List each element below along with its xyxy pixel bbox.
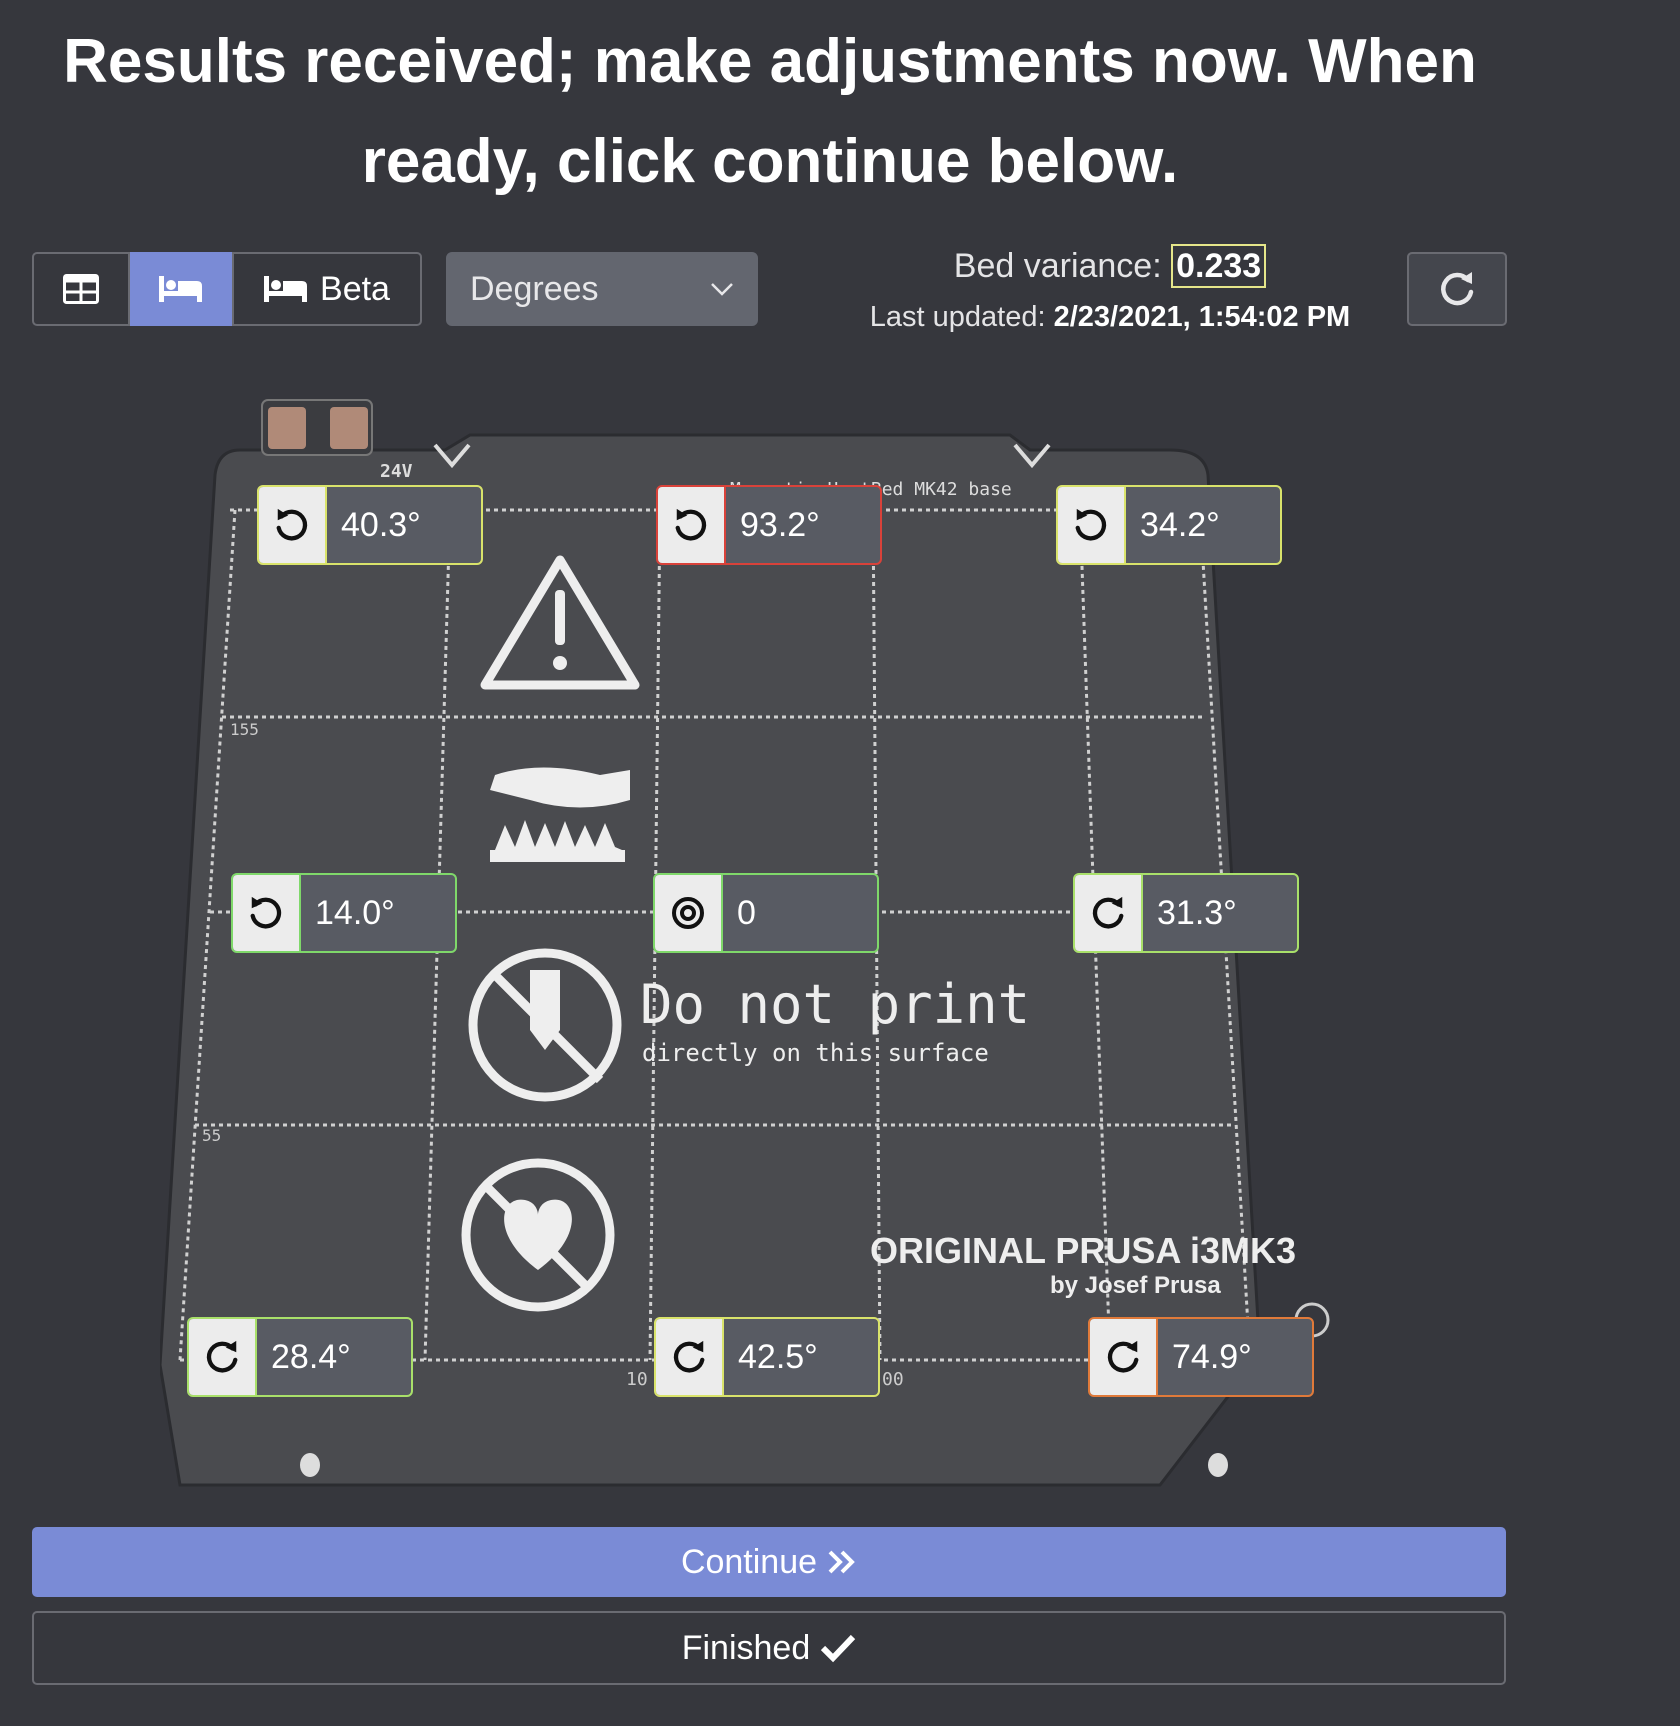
continue-button[interactable]: Continue bbox=[32, 1527, 1506, 1597]
chevron-down-icon bbox=[711, 283, 733, 296]
rotate-ccw-icon bbox=[1075, 508, 1107, 541]
probe-point-back-left[interactable]: 40.3° bbox=[257, 485, 483, 565]
probe-value: 28.4° bbox=[255, 1319, 411, 1395]
probe-value: 0 bbox=[721, 875, 877, 951]
plate-do-not-print-text: Do not print bbox=[640, 973, 1030, 1036]
rotate-cw-icon bbox=[673, 1340, 705, 1373]
table-view-button[interactable] bbox=[32, 252, 130, 326]
bed-info: Bed variance: 0.233 Last updated: 2/23/2… bbox=[840, 240, 1380, 342]
target-icon bbox=[672, 897, 704, 929]
title-line-2: ready, click continue below. bbox=[361, 127, 1179, 196]
plate-ruler-10: 10 bbox=[626, 1369, 648, 1390]
probe-value: 74.9° bbox=[1156, 1319, 1312, 1395]
rotate-cw-icon bbox=[1107, 1340, 1139, 1373]
adjust-clockwise-button[interactable] bbox=[189, 1319, 255, 1395]
probe-point-center[interactable]: 0 bbox=[653, 873, 879, 953]
probe-point-front-left[interactable]: 28.4° bbox=[187, 1317, 413, 1397]
check-icon bbox=[821, 1634, 856, 1663]
updated-label: Last updated: bbox=[869, 301, 1046, 333]
probe-value: 14.0° bbox=[299, 875, 455, 951]
adjust-counterclockwise-button[interactable] bbox=[658, 487, 724, 563]
probe-value: 42.5° bbox=[722, 1319, 878, 1395]
probe-value: 93.2° bbox=[724, 487, 880, 563]
beta-label: Beta bbox=[320, 269, 390, 308]
probe-value: 34.2° bbox=[1124, 487, 1280, 563]
plate-brand-text: ORIGINAL PRUSA i3MK3 bbox=[870, 1230, 1296, 1271]
rotate-cw-icon bbox=[1092, 896, 1124, 929]
continue-label: Continue bbox=[680, 1542, 818, 1581]
adjust-clockwise-button[interactable] bbox=[1075, 875, 1141, 951]
probe-point-back-right[interactable]: 34.2° bbox=[1056, 485, 1282, 565]
adjust-clockwise-button[interactable] bbox=[1090, 1319, 1156, 1395]
plate-do-not-print-sub-text: directly on this surface bbox=[642, 1039, 989, 1067]
title-line-1: Results received; make adjustments now. … bbox=[63, 27, 1477, 96]
chevron-double-right-icon bbox=[828, 1550, 855, 1574]
bed-icon bbox=[264, 276, 308, 302]
adjust-counterclockwise-button[interactable] bbox=[259, 487, 325, 563]
unit-select-value: Degrees bbox=[470, 269, 599, 308]
plate-ruler-00: 00 bbox=[882, 1369, 904, 1390]
rotate-ccw-icon bbox=[276, 508, 308, 541]
probe-point-front-center[interactable]: 42.5° bbox=[654, 1317, 880, 1397]
probe-value: 40.3° bbox=[325, 487, 481, 563]
finished-button[interactable]: Finished bbox=[32, 1611, 1506, 1685]
plate-voltage-text: 24V bbox=[380, 461, 413, 482]
plate-ruler-155: 155 bbox=[230, 720, 259, 739]
page-title: Results received; make adjustments now. … bbox=[0, 12, 1540, 212]
probe-value: 31.3° bbox=[1141, 875, 1297, 951]
adjust-counterclockwise-button[interactable] bbox=[1058, 487, 1124, 563]
rotate-cw-icon bbox=[206, 1340, 238, 1373]
finished-label: Finished bbox=[681, 1628, 811, 1667]
plate-ruler-55: 55 bbox=[202, 1126, 221, 1145]
probe-point-middle-left[interactable]: 14.0° bbox=[231, 873, 457, 953]
variance-line: Bed variance: 0.233 bbox=[840, 240, 1380, 292]
updated-line: Last updated: 2/23/2021, 1:54:02 PM bbox=[840, 292, 1380, 342]
rotate-ccw-icon bbox=[675, 508, 707, 541]
variance-label: Bed variance: bbox=[953, 247, 1162, 285]
reference-point-button[interactable] bbox=[655, 875, 721, 951]
rotate-ccw-icon bbox=[250, 896, 282, 929]
variance-value: 0.233 bbox=[1171, 244, 1267, 288]
probe-point-front-right[interactable]: 74.9° bbox=[1088, 1317, 1314, 1397]
updated-value: 2/23/2021, 1:54:02 PM bbox=[1053, 301, 1351, 333]
probe-point-back-center[interactable]: 93.2° bbox=[656, 485, 882, 565]
bed-icon bbox=[159, 276, 202, 302]
unit-select[interactable]: Degrees bbox=[446, 252, 758, 326]
adjust-counterclockwise-button[interactable] bbox=[233, 875, 299, 951]
beta-view-button[interactable]: Beta bbox=[232, 252, 422, 326]
refresh-button[interactable] bbox=[1407, 252, 1507, 326]
probe-point-middle-right[interactable]: 31.3° bbox=[1073, 873, 1299, 953]
redo-icon bbox=[1441, 272, 1474, 306]
adjust-clockwise-button[interactable] bbox=[656, 1319, 722, 1395]
view-toggle-group: Beta bbox=[32, 252, 422, 326]
plate-brand-sub-text: by Josef Prusa bbox=[1050, 1272, 1221, 1299]
bed-visual: 24V Magnetic HeatBed MK42 base Do not pr… bbox=[160, 395, 1360, 1500]
bed-view-button[interactable] bbox=[130, 252, 232, 326]
table-icon bbox=[63, 274, 99, 304]
